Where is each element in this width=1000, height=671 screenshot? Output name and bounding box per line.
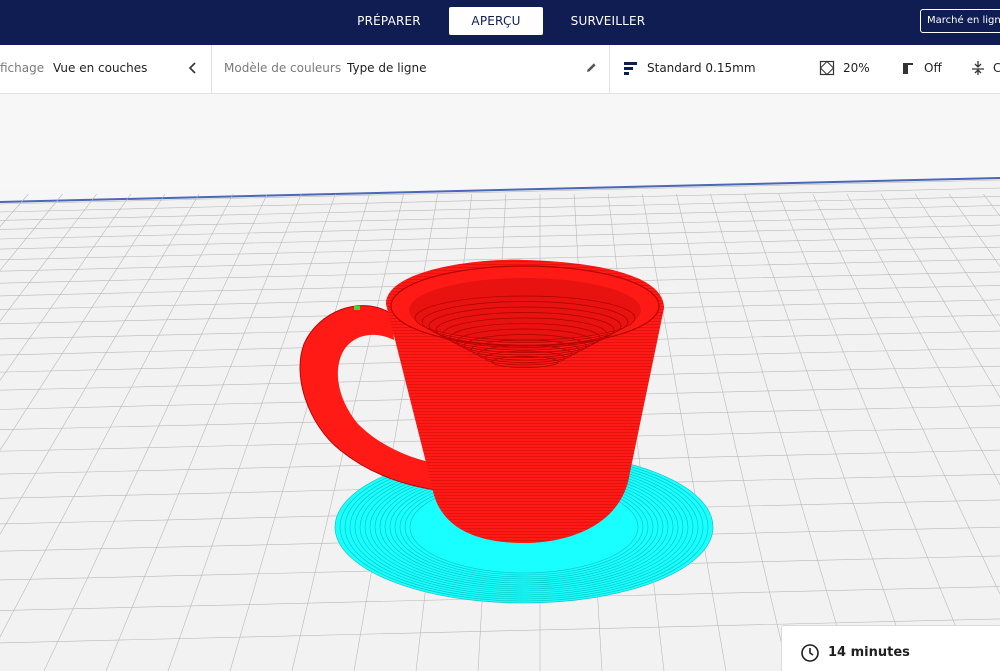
tab-surveiller[interactable]: SURVEILLER — [555, 7, 661, 35]
infill-value: 20% — [843, 61, 870, 75]
support-value: Off — [924, 61, 942, 75]
support-icon — [903, 63, 913, 74]
tab-apercu[interactable]: APERÇU — [449, 7, 543, 35]
color-scheme-value: Type de ligne — [347, 61, 427, 75]
print-time-value: 14 minutes — [828, 645, 910, 660]
print-estimate-panel[interactable]: 14 minutes — [781, 625, 1000, 671]
build-plate-scene — [0, 94, 1000, 671]
stage-navigation-bar: PRÉPARER APERÇU SURVEILLER Marché en lig… — [0, 0, 1000, 45]
print-settings-summary[interactable]: Standard 0.15mm 20% Off C — [610, 45, 1000, 93]
preview-toolstrip: fichage Vue en couches Modèle de couleur… — [0, 45, 1000, 94]
color-scheme-selector[interactable]: Modèle de couleurs Type de ligne — [212, 45, 609, 93]
adhesion-icon — [972, 61, 984, 75]
edit-pencil-icon[interactable] — [583, 60, 599, 76]
tab-preparer[interactable]: PRÉPARER — [337, 7, 441, 35]
view-type-value: Vue en couches — [53, 61, 148, 75]
preview-viewport[interactable] — [0, 94, 1000, 671]
profile-value: Standard 0.15mm — [647, 61, 756, 75]
marketplace-button[interactable]: Marché en ligne — [920, 9, 1000, 33]
view-type-label: fichage — [0, 61, 45, 75]
clock-icon — [801, 644, 819, 662]
quality-layers-icon — [624, 62, 637, 75]
collapse-chevron-icon[interactable] — [185, 60, 201, 76]
view-type-selector[interactable]: fichage Vue en couches — [0, 45, 211, 93]
color-scheme-label: Modèle de couleurs — [224, 61, 342, 75]
infill-icon — [819, 60, 835, 76]
adhesion-value: C — [993, 61, 1000, 75]
